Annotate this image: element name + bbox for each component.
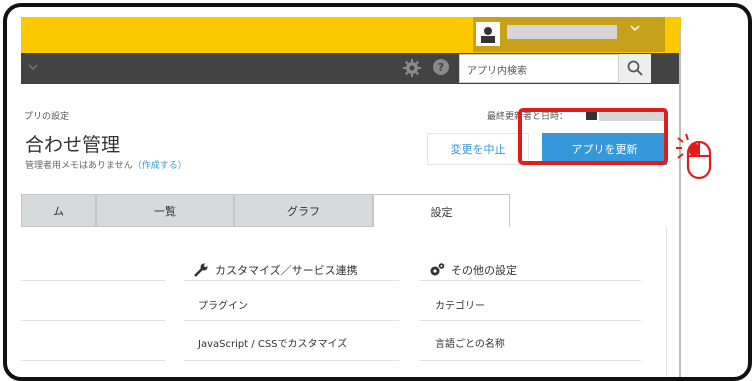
user-icon — [481, 27, 495, 43]
user-avatar — [476, 22, 500, 46]
divider — [419, 360, 641, 361]
search-icon — [627, 60, 643, 76]
js-css-customize-link[interactable]: JavaScript / CSSでカスタマイズ — [198, 335, 347, 350]
gear-icon[interactable] — [403, 59, 421, 81]
divider — [21, 320, 166, 321]
cancel-changes-button[interactable]: 変更を中止 — [427, 133, 529, 165]
mouse-click-icon — [674, 132, 718, 188]
divider — [184, 360, 399, 361]
language-names-link[interactable]: 言語ごとの名称 — [435, 335, 505, 350]
tab-graph[interactable]: グラフ — [234, 194, 373, 227]
wrench-icon — [194, 263, 208, 277]
section-other-heading: その他の設定 — [429, 262, 517, 278]
plugin-link[interactable]: プラグイン — [198, 297, 248, 312]
memo-create-link[interactable]: （作成する） — [133, 161, 187, 171]
settings-panel — [21, 227, 667, 377]
section-customize-heading: カスタマイズ／サービス連携 — [193, 262, 358, 278]
breadcrumb[interactable]: プリの設定 — [24, 109, 69, 122]
scrollbar[interactable] — [679, 27, 681, 377]
search-button[interactable] — [619, 54, 651, 83]
rounded-border: ? アプリ内検索 プリの設定 最終更新者と日時： 合わせ管理 管理者用メモはあり… — [3, 3, 752, 381]
tab-form[interactable]: ム — [21, 194, 96, 227]
section-other-title: その他の設定 — [451, 264, 517, 277]
tab-settings[interactable]: 設定 — [373, 194, 510, 228]
memo-text: 管理者用メモはありません — [25, 161, 133, 171]
divider — [184, 280, 399, 281]
category-link[interactable]: カテゴリー — [435, 297, 485, 312]
tab-list[interactable]: 一覧 — [96, 194, 234, 227]
divider — [21, 280, 166, 281]
divider — [21, 360, 166, 361]
svg-text:?: ? — [438, 61, 444, 74]
divider — [184, 320, 399, 321]
app-viewport: ? アプリ内検索 プリの設定 最終更新者と日時： 合わせ管理 管理者用メモはあり… — [21, 17, 681, 377]
divider — [419, 320, 641, 321]
chevron-down-icon[interactable] — [26, 59, 40, 73]
page-title: 合わせ管理 — [25, 134, 121, 156]
chevron-down-icon[interactable] — [629, 22, 647, 40]
gears-icon — [430, 263, 445, 276]
divider — [419, 280, 641, 281]
user-name-redacted — [507, 25, 617, 39]
section-customize-title: カスタマイズ／サービス連携 — [215, 264, 358, 277]
highlight-box — [518, 108, 668, 165]
help-icon[interactable]: ? — [432, 58, 450, 80]
admin-memo: 管理者用メモはありません（作成する） — [25, 158, 187, 171]
screenshot-frame: ? アプリ内検索 プリの設定 最終更新者と日時： 合わせ管理 管理者用メモはあり… — [0, 0, 753, 381]
search-placeholder: アプリ内検索 — [467, 66, 527, 77]
